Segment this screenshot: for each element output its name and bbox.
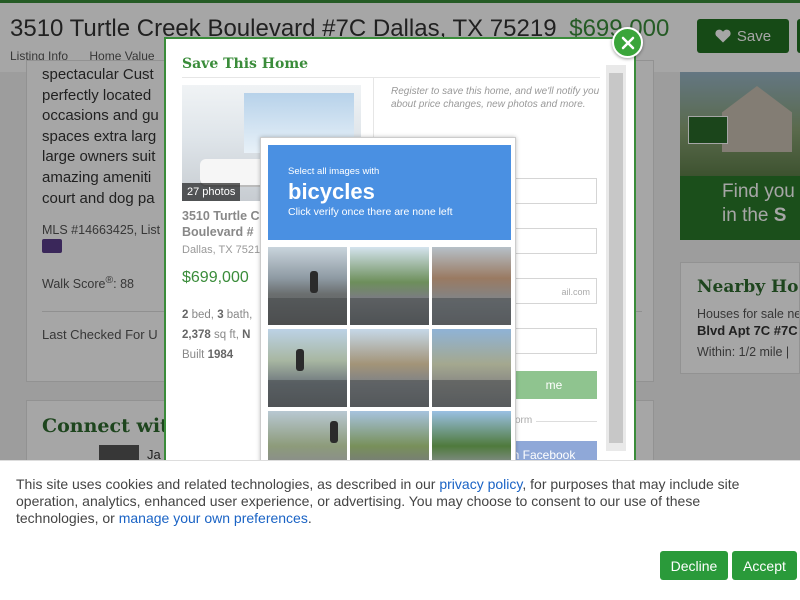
modal-title: Save This Home xyxy=(182,56,309,72)
captcha-tile-9[interactable] xyxy=(432,411,511,466)
modal-listing-city: Dallas, TX 7521 xyxy=(182,244,261,256)
modal-listing-price: $699,000 xyxy=(182,269,249,286)
modal-close-button[interactable] xyxy=(612,27,643,58)
register-text: Register to save this home, and we'll no… xyxy=(391,86,600,110)
cookie-text: This site uses cookies and related techn… xyxy=(16,476,740,526)
recaptcha-challenge: Select all images with bicycles Click ve… xyxy=(260,137,516,467)
captcha-tile-5[interactable] xyxy=(350,329,429,407)
captcha-tile-1[interactable] xyxy=(268,247,347,325)
manage-preferences-link[interactable]: manage your own preferences xyxy=(119,510,308,526)
captcha-tile-8[interactable] xyxy=(350,411,429,466)
privacy-policy-link[interactable]: privacy policy xyxy=(439,476,522,492)
divider xyxy=(182,77,600,78)
photos-count-badge: 27 photos xyxy=(182,183,241,201)
close-icon xyxy=(621,36,634,49)
captcha-tile-6[interactable] xyxy=(432,329,511,407)
modal-scrollbar-thumb[interactable] xyxy=(609,73,623,443)
captcha-tile-3[interactable] xyxy=(432,247,511,325)
captcha-tile-7[interactable] xyxy=(268,411,347,466)
accept-button[interactable]: Accept xyxy=(732,551,797,580)
decline-button[interactable]: Decline xyxy=(660,551,728,580)
recaptcha-target: bicycles xyxy=(288,179,375,204)
captcha-tile-4[interactable] xyxy=(268,329,347,407)
recaptcha-instructions: Select all images with bicycles Click ve… xyxy=(268,145,511,240)
captcha-tile-2[interactable] xyxy=(350,247,429,325)
cookie-banner: This site uses cookies and related techn… xyxy=(0,460,800,600)
